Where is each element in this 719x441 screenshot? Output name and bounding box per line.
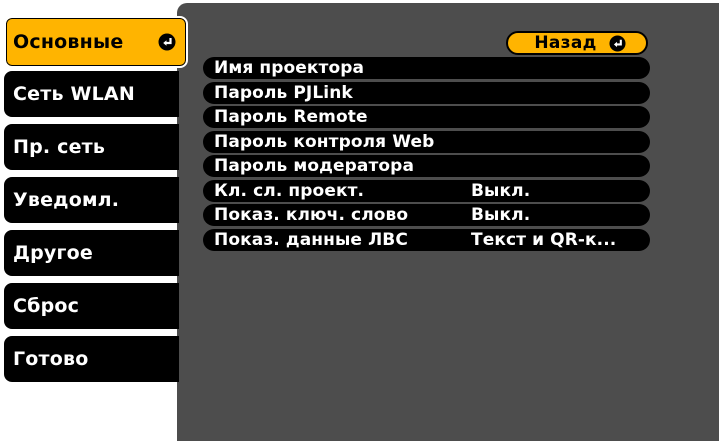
- enter-icon: [609, 34, 626, 52]
- menu-item-web-control-password[interactable]: Пароль контроля Web: [203, 130, 650, 153]
- menu-item-display-lan-info[interactable]: Показ. данные ЛВС Текст и QR-к...: [203, 228, 650, 251]
- tab-label: Сброс: [13, 295, 80, 317]
- tab-done[interactable]: Готово: [4, 336, 179, 382]
- tab-reset[interactable]: Сброс: [4, 283, 179, 329]
- settings-tabs: Основные Сеть WLAN Пр. сеть Уведомл. Дру…: [0, 0, 200, 441]
- tab-label: Основные: [13, 31, 124, 53]
- menu-item-value: Текст и QR-к...: [471, 229, 617, 250]
- menu-item-moderator-password[interactable]: Пароль модератора: [203, 155, 650, 177]
- menu-item-label: Пароль PJLink: [214, 82, 353, 103]
- menu-item-value: Выкл.: [471, 180, 531, 201]
- tab-other[interactable]: Другое: [4, 230, 179, 276]
- menu-item-label: Пароль контроля Web: [214, 131, 435, 152]
- tab-basic[interactable]: Основные: [4, 16, 188, 68]
- menu-item-label: Показ. данные ЛВС: [214, 229, 408, 250]
- tab-label: Другое: [13, 242, 93, 264]
- menu-item-remote-password[interactable]: Пароль Remote: [203, 106, 650, 128]
- menu-item-label: Показ. ключ. слово: [214, 205, 409, 225]
- tab-label: Пр. сеть: [13, 136, 106, 158]
- menu-item-label: Пароль модератора: [214, 156, 415, 176]
- tab-notifications[interactable]: Уведомл.: [4, 177, 179, 223]
- projector-settings-screen: Основные Сеть WLAN Пр. сеть Уведомл. Дру…: [0, 0, 719, 441]
- menu-item-pjlink-password[interactable]: Пароль PJLink: [203, 81, 650, 104]
- menu-item-label: Имя проектора: [214, 58, 365, 78]
- back-button-label: Назад: [534, 33, 597, 53]
- menu-item-display-keyword[interactable]: Показ. ключ. слово Выкл.: [203, 204, 650, 226]
- menu-item-projector-keyword[interactable]: Кл. сл. проект. Выкл.: [203, 179, 650, 202]
- menu-item-label: Пароль Remote: [214, 107, 368, 127]
- tab-wlan[interactable]: Сеть WLAN: [4, 71, 179, 117]
- tab-label: Готово: [13, 348, 89, 370]
- back-button[interactable]: Назад: [506, 31, 648, 55]
- menu-item-value: Выкл.: [471, 205, 531, 225]
- tab-wired-network[interactable]: Пр. сеть: [4, 124, 179, 170]
- settings-menu: Имя проектора Пароль PJLink Пароль Remot…: [203, 57, 650, 253]
- enter-icon: [158, 33, 176, 51]
- tab-label: Сеть WLAN: [13, 83, 135, 105]
- menu-item-label: Кл. сл. проект.: [214, 180, 365, 201]
- menu-item-projector-name[interactable]: Имя проектора: [203, 57, 650, 79]
- tab-label: Уведомл.: [13, 189, 120, 211]
